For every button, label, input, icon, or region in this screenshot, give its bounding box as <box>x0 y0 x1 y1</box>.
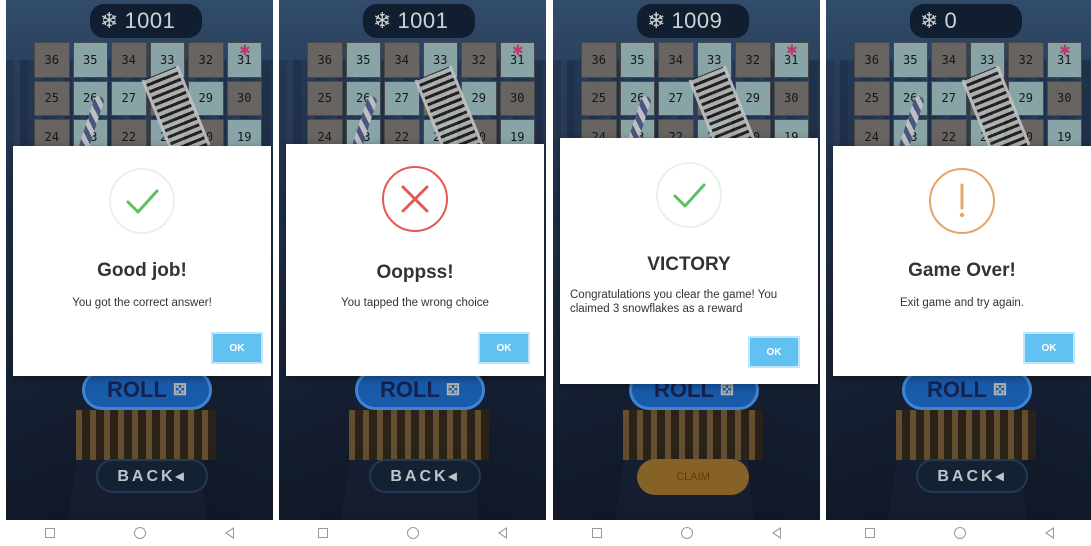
home-icon[interactable] <box>680 527 693 539</box>
recent-apps-icon[interactable] <box>865 528 876 538</box>
ok-button[interactable]: OK <box>211 332 263 364</box>
exclamation-icon <box>929 168 995 234</box>
screenshot-panel-1: ❄ 1001 363534333231252627282930242322212… <box>6 0 273 546</box>
back-arrow-icon[interactable] <box>224 527 234 539</box>
result-dialog: VICTORY Congratulations you clear the ga… <box>560 138 818 384</box>
dialog-title: Good job! <box>97 260 187 281</box>
screenshot-panel-4: ❄ 0 363534333231252627282930242322212019… <box>826 0 1091 546</box>
ok-button[interactable]: OK <box>478 332 530 364</box>
game-screen: ❄ 1001 363534333231252627282930242322212… <box>6 0 273 520</box>
recent-apps-icon[interactable] <box>45 528 56 538</box>
home-icon[interactable] <box>406 527 419 539</box>
result-dialog: Good job! You got the correct answer! OK <box>13 146 271 376</box>
home-icon[interactable] <box>133 527 146 539</box>
dialog-title: Ooppss! <box>376 262 454 283</box>
check-icon <box>656 162 722 228</box>
result-dialog: Ooppss! You tapped the wrong choice OK <box>286 144 544 376</box>
dialog-message: You got the correct answer! <box>72 297 212 309</box>
screenshot-panel-2: ❄ 1001 363534333231252627282930242322212… <box>279 0 546 546</box>
back-arrow-icon[interactable] <box>771 527 781 539</box>
game-screen: ❄ 0 363534333231252627282930242322212019… <box>826 0 1091 520</box>
android-nav-bar <box>6 520 273 546</box>
android-nav-bar <box>826 520 1091 546</box>
android-nav-bar <box>553 520 820 546</box>
check-icon <box>109 168 175 234</box>
recent-apps-icon[interactable] <box>592 528 603 538</box>
ok-button[interactable]: OK <box>748 336 800 368</box>
ok-button[interactable]: OK <box>1023 332 1075 364</box>
dialog-message: You tapped the wrong choice <box>341 297 489 309</box>
back-arrow-icon[interactable] <box>1044 527 1054 539</box>
recent-apps-icon[interactable] <box>318 528 329 538</box>
result-dialog: Game Over! Exit game and try again. OK <box>833 146 1091 376</box>
dialog-title: Game Over! <box>908 260 1016 281</box>
android-nav-bar <box>279 520 546 546</box>
dialog-message: Exit game and try again. <box>899 297 1024 309</box>
home-icon[interactable] <box>953 527 966 539</box>
screenshot-panel-3: ❄ 1009 363534333231252627282930242322212… <box>553 0 820 546</box>
dialog-message: Congratulations you clear the game! You … <box>570 289 778 315</box>
back-arrow-icon[interactable] <box>497 527 507 539</box>
close-icon <box>382 166 448 232</box>
game-screen: ❄ 1001 363534333231252627282930242322212… <box>279 0 546 520</box>
game-screen: ❄ 1009 363534333231252627282930242322212… <box>553 0 820 520</box>
dialog-title: VICTORY <box>647 254 731 275</box>
